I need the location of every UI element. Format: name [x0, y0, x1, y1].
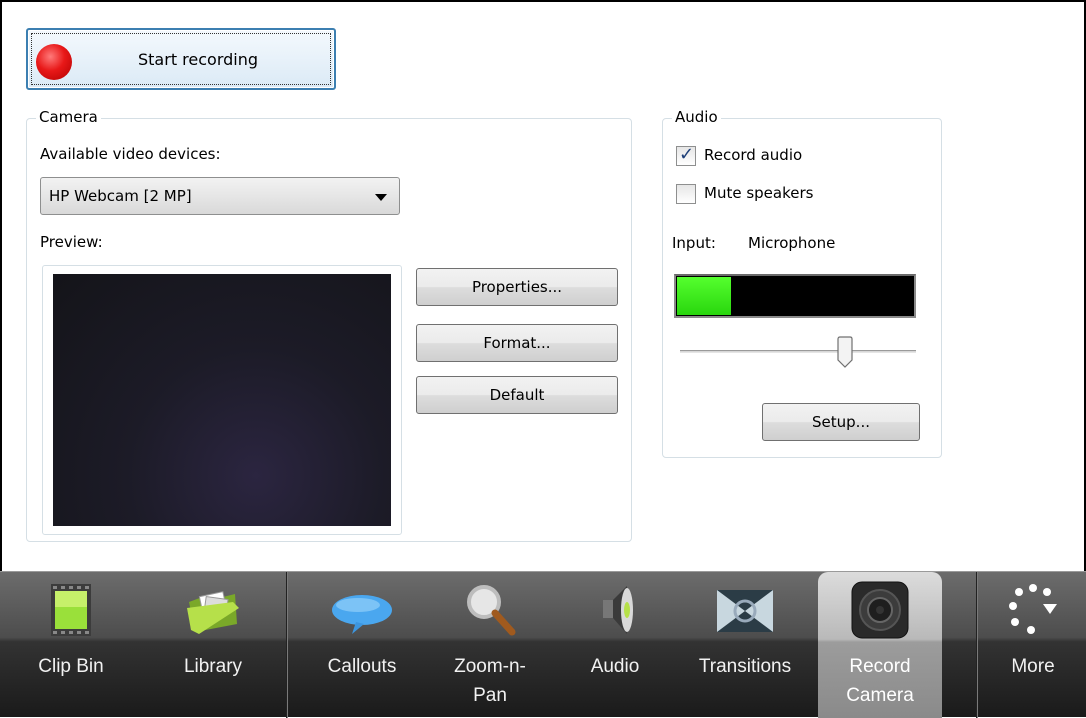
default-button[interactable]: Default — [416, 376, 618, 414]
toolbar-label: Callouts — [327, 656, 397, 677]
folder-icon — [187, 591, 239, 634]
audio-group-title: Audio — [672, 108, 721, 126]
toolbar-label: Audio — [590, 656, 640, 677]
mute-speakers-checkbox[interactable] — [676, 184, 696, 204]
webcam-preview — [53, 274, 391, 526]
mute-speakers-label: Mute speakers — [704, 184, 814, 202]
chevron-down-icon — [375, 194, 387, 201]
speech-bubble-icon — [332, 595, 392, 634]
speaker-icon — [603, 586, 633, 634]
camera-group-title: Camera — [36, 108, 101, 126]
audio-level-fill — [677, 277, 732, 315]
camera-icon — [851, 581, 909, 639]
toolbar-item-clip-bin[interactable]: Clip Bin — [0, 572, 142, 718]
toolbar-item-callouts[interactable]: Callouts — [296, 572, 428, 718]
record-audio-checkbox[interactable]: ✓ — [676, 144, 696, 166]
start-recording-label: Start recording — [138, 50, 259, 69]
toolbar-item-library[interactable]: Library — [142, 572, 284, 718]
input-label: Input: — [672, 234, 716, 252]
format-button[interactable]: Format... — [416, 324, 618, 362]
film-icon — [51, 584, 91, 636]
record-dot-icon — [36, 44, 72, 80]
video-device-value: HP Webcam [2 MP] — [49, 187, 192, 205]
toolbar-label: Transitions — [698, 656, 792, 677]
more-dots-icon — [1009, 584, 1057, 634]
toolbar-separator — [976, 572, 978, 718]
audio-level-meter — [674, 274, 916, 318]
toolbar-label: Library — [183, 656, 243, 677]
preview-frame — [42, 265, 402, 535]
video-device-select[interactable]: HP Webcam [2 MP] — [40, 177, 400, 215]
toolbar-label: Record Camera — [846, 656, 914, 706]
toolbar-label: More — [1011, 656, 1055, 677]
input-device-value: Microphone — [748, 234, 836, 252]
toolbar-item-audio[interactable]: Audio — [552, 572, 678, 718]
toolbar-separator — [286, 572, 288, 718]
toolbar-label: Clip Bin — [38, 656, 104, 677]
toolbar-item-more[interactable]: More — [980, 572, 1086, 718]
properties-button[interactable]: Properties... — [416, 268, 618, 306]
toolbar-label: Zoom-n- Pan — [454, 656, 526, 706]
setup-button[interactable]: Setup... — [762, 403, 920, 441]
transitions-icon — [717, 590, 773, 632]
start-recording-button[interactable]: Start recording — [26, 28, 336, 90]
bottom-toolbar: Clip Bin Library Callouts Zoom-n- Pan Au… — [0, 571, 1086, 718]
toolbar-item-transitions[interactable]: Transitions — [678, 572, 812, 718]
record-audio-label: Record audio — [704, 146, 803, 164]
toolbar-item-record-camera[interactable]: Record Camera — [818, 572, 942, 718]
volume-slider-thumb[interactable] — [835, 336, 855, 368]
available-devices-label: Available video devices: — [40, 145, 221, 163]
volume-slider-track[interactable] — [680, 350, 916, 353]
magnifier-icon — [467, 585, 516, 636]
preview-label: Preview: — [40, 233, 103, 251]
toolbar-item-zoom-n-pan[interactable]: Zoom-n- Pan — [428, 572, 552, 718]
checkmark-icon: ✓ — [679, 144, 695, 165]
